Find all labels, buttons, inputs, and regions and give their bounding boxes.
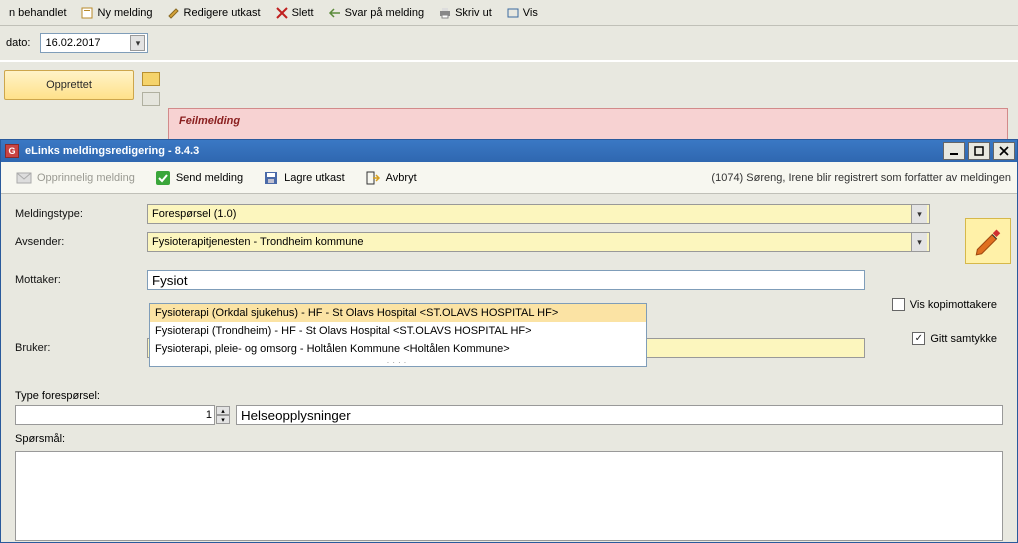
toolbar-label: Skriv ut — [455, 7, 492, 19]
toolbar-label: n behandlet — [9, 7, 67, 19]
type-foresporsel-label: Type forespørsel: — [15, 390, 1003, 402]
autocomplete-item[interactable]: Fysioterapi, pleie- og omsorg - Holtålen… — [150, 340, 646, 358]
save-icon — [263, 170, 279, 186]
edit-note-button[interactable] — [965, 218, 1011, 264]
badge-small-1[interactable] — [142, 72, 160, 86]
btn-label: Avbryt — [386, 172, 417, 184]
spin-up-button[interactable]: ▴ — [216, 406, 230, 415]
app-icon: G — [5, 144, 19, 158]
ny-melding-button[interactable]: Ny melding — [76, 4, 158, 22]
helseopplysninger-input[interactable] — [236, 405, 1003, 425]
envelope-icon — [16, 170, 32, 186]
close-button[interactable] — [993, 142, 1015, 160]
dropdown-arrow-icon[interactable] — [911, 233, 927, 251]
badge-small-2[interactable] — [142, 92, 160, 106]
lagre-utkast-button[interactable]: Lagre utkast — [254, 166, 354, 190]
sporsmal-textarea[interactable] — [15, 451, 1003, 541]
type-number-input[interactable]: 1 — [15, 405, 215, 425]
slett-button[interactable]: Slett — [270, 4, 319, 22]
checkbox-label: Vis kopimottakere — [910, 299, 997, 311]
view-icon — [506, 6, 520, 20]
bruker-label: Bruker: — [15, 342, 135, 354]
mottaker-input[interactable] — [147, 270, 865, 290]
send-melding-button[interactable]: Send melding — [146, 166, 252, 190]
autocomplete-item[interactable]: Fysioterapi (Orkdal sjukehus) - HF - St … — [150, 304, 646, 322]
checkbox-label: Gitt samtykke — [930, 333, 997, 345]
toolbar-label: Vis — [523, 7, 538, 19]
opprinnelig-melding-button[interactable]: Opprinnelig melding — [7, 166, 144, 190]
app-toolbar: n behandlet Ny melding Redigere utkast S… — [0, 0, 1018, 26]
edit-icon — [167, 6, 181, 20]
date-value: 16.02.2017 — [45, 37, 100, 49]
number-spinner: ▴ ▾ — [216, 406, 230, 424]
window-controls — [943, 142, 1015, 160]
select-value: Forespørsel (1.0) — [152, 208, 236, 220]
number-value: 1 — [206, 409, 212, 421]
spin-down-button[interactable]: ▾ — [216, 415, 230, 424]
sporsmal-label: Spørsmål: — [15, 433, 65, 445]
toolbar-label: Ny melding — [98, 7, 153, 19]
meldingstype-select[interactable]: Forespørsel (1.0) — [147, 204, 930, 224]
skriv-ut-button[interactable]: Skriv ut — [433, 4, 497, 22]
meldingstype-label: Meldingstype: — [15, 208, 135, 220]
autocomplete-item[interactable]: Fysioterapi (Trondheim) - HF - St Olavs … — [150, 322, 646, 340]
delete-icon — [275, 6, 289, 20]
avsender-select[interactable]: Fysioterapitjenesten - Trondheim kommune — [147, 232, 930, 252]
gitt-samtykke-checkbox[interactable] — [912, 332, 925, 345]
exit-icon — [365, 170, 381, 186]
modal-toolbar: Opprinnelig melding Send melding Lagre u… — [1, 162, 1017, 194]
vis-button[interactable]: Vis — [501, 4, 543, 22]
minimize-button[interactable] — [943, 142, 965, 160]
svar-button[interactable]: Svar på melding — [323, 4, 430, 22]
toolbar-label: Svar på melding — [345, 7, 425, 19]
print-icon — [438, 6, 452, 20]
date-picker[interactable]: 16.02.2017 — [40, 33, 148, 53]
pencil-icon — [971, 224, 1005, 258]
status-text: (1074) Søreng, Irene blir registrert som… — [711, 172, 1011, 184]
autocomplete-resize-handle[interactable]: ···· — [150, 358, 646, 366]
error-title: Feilmelding — [179, 115, 240, 127]
toolbar-label: Redigere utkast — [184, 7, 261, 19]
redigere-utkast-button[interactable]: Redigere utkast — [162, 4, 266, 22]
opprettet-tab[interactable]: Opprettet — [4, 70, 134, 100]
opprettet-label: Opprettet — [46, 79, 92, 91]
vis-kopimottakere-checkbox[interactable] — [892, 298, 905, 311]
modal-window: G eLinks meldingsredigering - 8.4.3 Oppr… — [0, 139, 1018, 543]
avbryt-button[interactable]: Avbryt — [356, 166, 426, 190]
date-row: dato: 16.02.2017 — [0, 26, 1018, 62]
toolbar-label: Slett — [292, 7, 314, 19]
btn-label: Send melding — [176, 172, 243, 184]
date-label: dato: — [6, 37, 30, 49]
select-value: Fysioterapitjenesten - Trondheim kommune — [152, 236, 364, 248]
new-message-icon — [81, 6, 95, 20]
titlebar[interactable]: G eLinks meldingsredigering - 8.4.3 — [1, 140, 1017, 162]
btn-label: Opprinnelig melding — [37, 172, 135, 184]
mottaker-label: Mottaker: — [15, 274, 135, 286]
reply-icon — [328, 6, 342, 20]
dropdown-arrow-icon[interactable] — [130, 35, 145, 51]
window-title: eLinks meldingsredigering - 8.4.3 — [25, 145, 199, 157]
check-icon — [155, 170, 171, 186]
behandlet-button[interactable]: n behandlet — [4, 5, 72, 21]
badge-area: Opprettet — [0, 62, 1018, 112]
dropdown-arrow-icon[interactable] — [911, 205, 927, 223]
btn-label: Lagre utkast — [284, 172, 345, 184]
avsender-label: Avsender: — [15, 236, 135, 248]
form-area: Meldingstype: Forespørsel (1.0) Avsender… — [1, 194, 1017, 370]
maximize-button[interactable] — [968, 142, 990, 160]
autocomplete-popup: Fysioterapi (Orkdal sjukehus) - HF - St … — [149, 303, 647, 367]
